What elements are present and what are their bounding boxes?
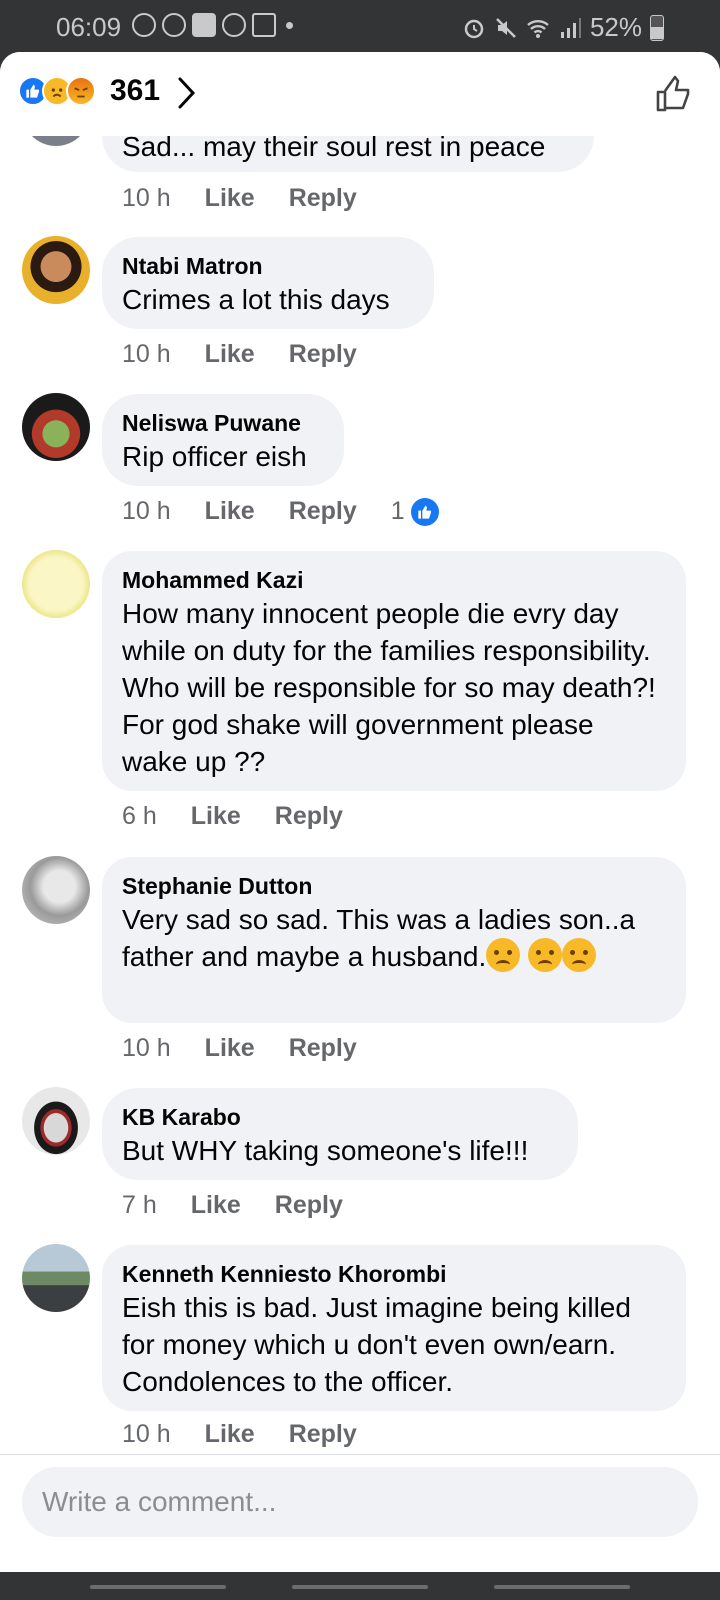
like-button[interactable]: Like [205, 1034, 255, 1063]
nav-recents-button[interactable] [90, 1585, 226, 1589]
avatar[interactable] [22, 1087, 90, 1155]
app-notification-icon [192, 13, 216, 37]
like-button[interactable]: Like [191, 1191, 241, 1220]
reply-button[interactable]: Reply [289, 1420, 357, 1449]
like-button[interactable]: Like [205, 497, 255, 526]
commenter-name[interactable]: Ntabi Matron [122, 251, 414, 281]
more-notifications-icon [286, 22, 293, 29]
comment-bubble: Ntabi Matron Crimes a lot this days [102, 237, 434, 329]
signal-icon [560, 17, 581, 38]
comment-actions: 10 h Like Reply [122, 1034, 357, 1063]
comment-time: 10 h [122, 1034, 171, 1062]
status-right: 52% [462, 12, 664, 43]
wifi-icon [527, 19, 549, 38]
gmail-icon [252, 13, 276, 37]
reply-button[interactable]: Reply [275, 1191, 343, 1220]
commenter-name[interactable]: KB Karabo [122, 1102, 558, 1132]
reply-button[interactable]: Reply [289, 497, 357, 526]
commenter-name[interactable]: Mohammed Kazi [122, 565, 666, 595]
reply-button[interactable]: Reply [289, 184, 357, 213]
angry-icon [66, 76, 96, 106]
nav-back-button[interactable] [494, 1585, 630, 1589]
like-outline-icon[interactable] [654, 74, 694, 114]
crying-face-icon [562, 938, 597, 972]
comment-bubble: Mohammed Kazi How many innocent people d… [102, 551, 686, 791]
mute-icon [496, 17, 516, 38]
comment-text: How many innocent people die evry day wh… [122, 598, 656, 777]
comment-text: Very sad so sad. This was a ladies son..… [122, 901, 666, 975]
comment-actions: 10 h Like Reply [122, 1420, 357, 1449]
reaction-icons[interactable] [18, 76, 96, 106]
reply-button[interactable]: Reply [275, 802, 343, 831]
reply-button[interactable]: Reply [289, 1034, 357, 1063]
avatar[interactable] [22, 393, 90, 461]
status-time: 06:09 [56, 12, 122, 42]
like-reaction-icon [410, 497, 439, 526]
app-notification-icon [222, 13, 246, 37]
comment-bubble: Stephanie Dutton Very sad so sad. This w… [102, 857, 686, 1023]
reaction-count-value: 1 [390, 497, 405, 525]
alarm-icon [464, 19, 484, 38]
comment-bubble: Kenneth Kenniesto Khorombi Eish this is … [102, 1245, 686, 1411]
reactions-header: 361 [0, 52, 720, 136]
status-app-icons [132, 13, 293, 37]
comment-input[interactable] [22, 1467, 698, 1537]
comment-time: 10 h [122, 1420, 171, 1448]
comment-time: 6 h [122, 802, 157, 830]
battery-percent: 52% [589, 12, 642, 42]
comment-text: Eish this is bad. Just imagine being kil… [122, 1292, 631, 1397]
reaction-count[interactable]: 1 [391, 497, 439, 526]
status-bar: 06:09 52% [0, 0, 720, 54]
like-button[interactable]: Like [191, 802, 241, 831]
avatar[interactable] [22, 550, 90, 618]
like-button[interactable]: Like [205, 340, 255, 369]
avatar[interactable] [22, 1244, 90, 1312]
app-notification-icon [132, 13, 156, 37]
composer-bar [0, 1454, 720, 1572]
comment-actions: 7 h Like Reply [122, 1191, 343, 1220]
avatar[interactable] [22, 236, 90, 304]
commenter-name[interactable]: Neliswa Puwane [122, 408, 324, 438]
comment-actions: 10 h Like Reply 1 [122, 497, 439, 526]
nav-home-button[interactable] [292, 1585, 428, 1589]
comment-text: Rip officer eish [122, 441, 307, 472]
comment-actions: 6 h Like Reply [122, 802, 343, 831]
comment-actions: 10 h Like Reply [122, 340, 357, 369]
like-button[interactable]: Like [205, 1420, 255, 1449]
avatar[interactable] [22, 856, 90, 924]
system-nav-bar [0, 1572, 720, 1600]
commenter-name[interactable]: Stephanie Dutton [122, 871, 666, 901]
crying-face-icon [528, 938, 563, 972]
crying-face-icon [486, 938, 521, 972]
comment-bubble: KB Karabo But WHY taking someone's life!… [102, 1088, 578, 1180]
comment-time: 10 h [122, 497, 171, 525]
comment-bubble: Neliswa Puwane Rip officer eish [102, 394, 344, 486]
comments-sheet: Sad... may their soul rest in peace 10 h… [0, 52, 720, 1572]
app-notification-icon [162, 13, 186, 37]
reaction-count[interactable]: 361 [110, 74, 160, 108]
comment-actions: 10 h Like Reply [122, 184, 357, 213]
comment-time: 7 h [122, 1191, 157, 1219]
commenter-name[interactable]: Kenneth Kenniesto Khorombi [122, 1259, 666, 1289]
comment-text: Crimes a lot this days [122, 284, 390, 315]
comment-time: 10 h [122, 340, 171, 368]
reply-button[interactable]: Reply [289, 340, 357, 369]
comment-time: 10 h [122, 184, 171, 212]
like-button[interactable]: Like [205, 184, 255, 213]
chevron-right-icon[interactable] [176, 76, 198, 110]
comment-text: But WHY taking someone's life!!! [122, 1135, 529, 1166]
battery-icon [650, 14, 664, 41]
